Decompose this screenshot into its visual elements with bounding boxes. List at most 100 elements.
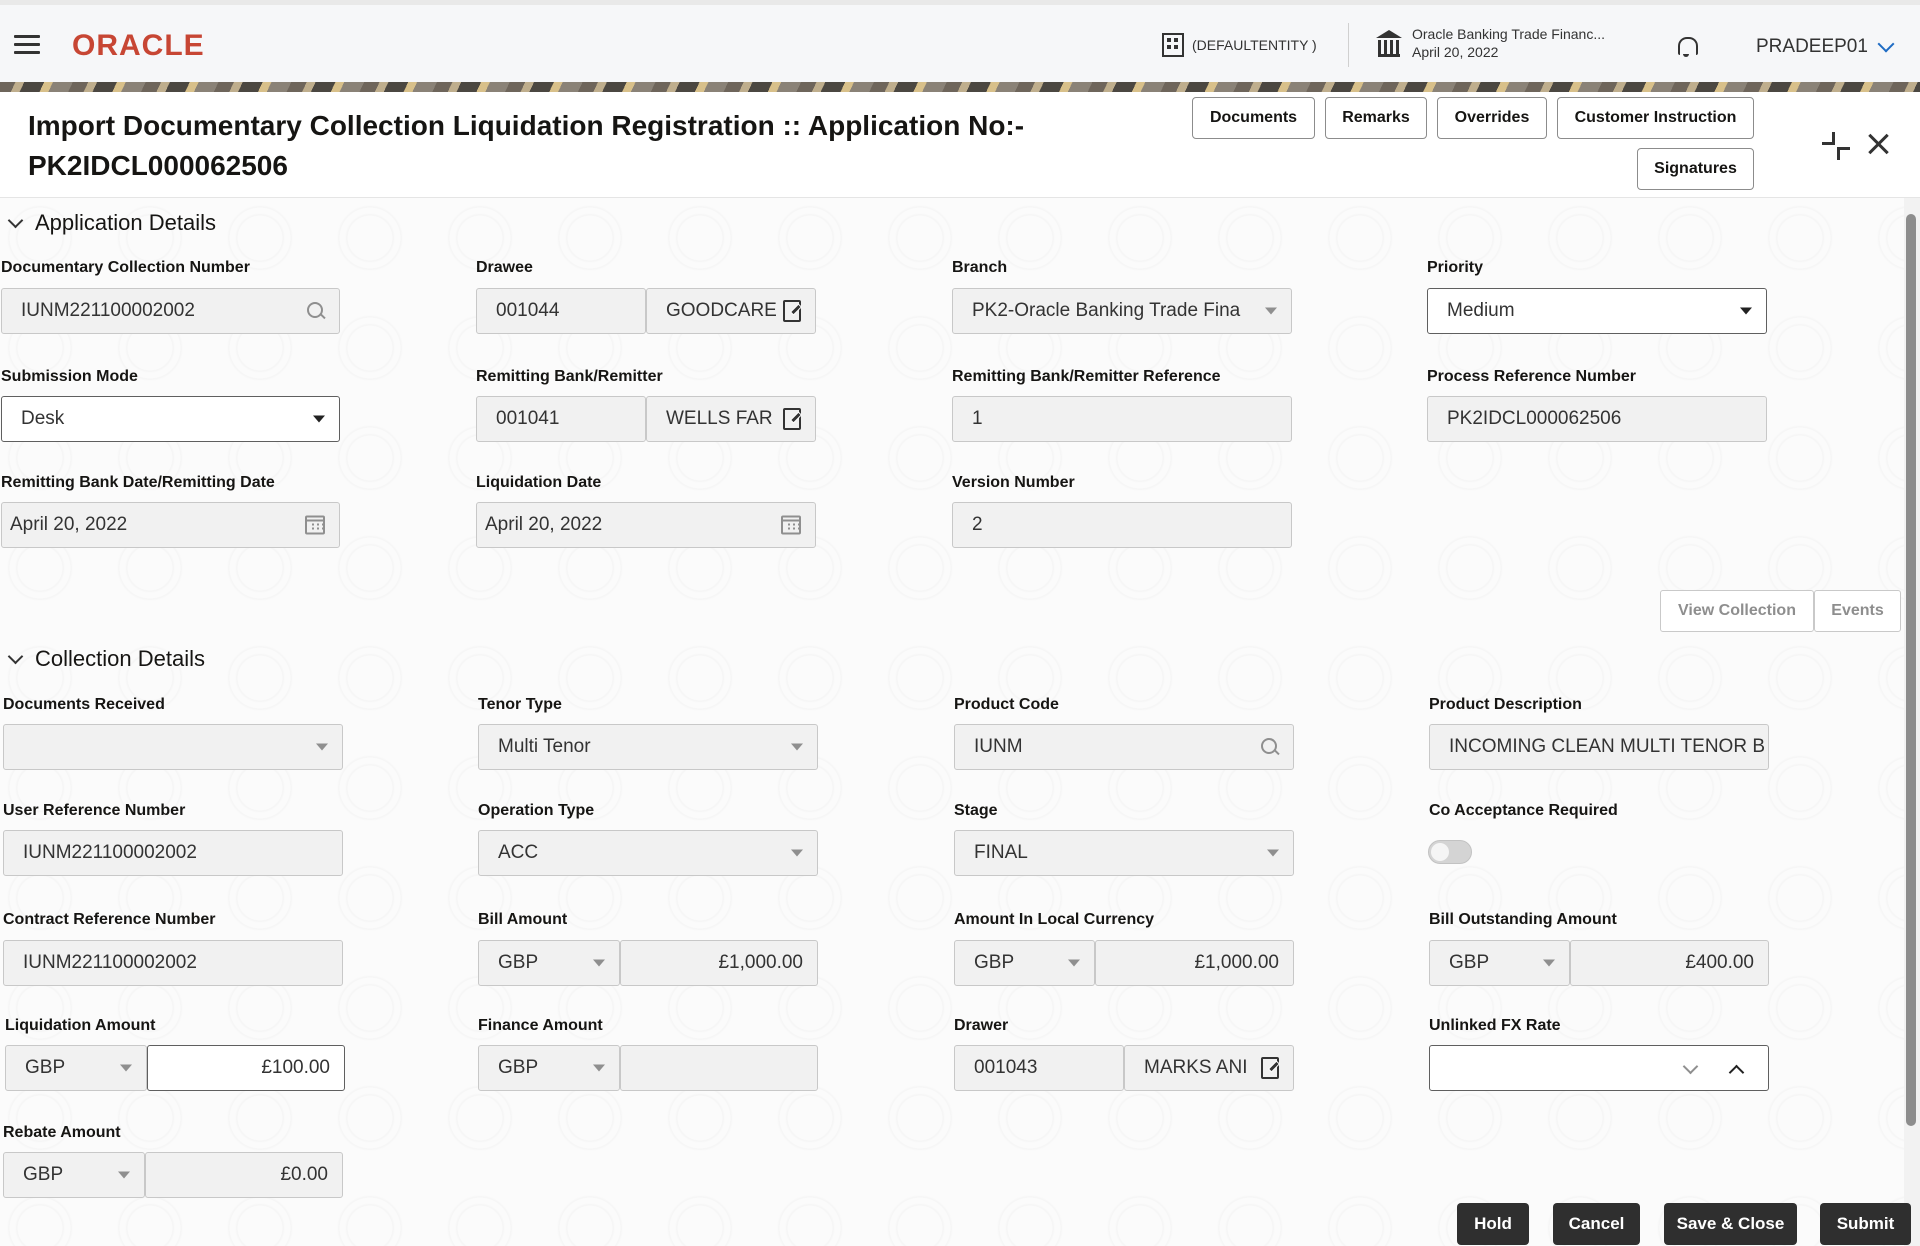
- liquidation-date-field[interactable]: April 20, 2022: [476, 502, 816, 548]
- priority-select[interactable]: Medium: [1427, 288, 1767, 334]
- unlinked-fx-field[interactable]: [1429, 1045, 1769, 1091]
- minimize-icon[interactable]: [1822, 132, 1850, 160]
- field-value: £400.00: [1685, 952, 1754, 974]
- view-collection-button[interactable]: View Collection: [1660, 590, 1814, 632]
- remitting-ref-field[interactable]: 1: [952, 396, 1292, 442]
- finance-amount-field[interactable]: [620, 1045, 818, 1091]
- finance-amount-currency-select[interactable]: GBP: [478, 1045, 620, 1091]
- save-close-button[interactable]: Save & Close: [1664, 1203, 1797, 1245]
- bill-outstanding-currency-select[interactable]: GBP: [1429, 940, 1570, 986]
- bill-outstanding-field[interactable]: £400.00: [1570, 940, 1769, 986]
- drawee-name-field[interactable]: GOODCARE: [646, 288, 816, 334]
- version-number-field[interactable]: 2: [952, 502, 1292, 548]
- field-value: WELLS FAR: [666, 408, 773, 430]
- hamburger-menu-icon[interactable]: [14, 35, 40, 55]
- tenor-type-select[interactable]: Multi Tenor: [478, 724, 818, 770]
- product-code-label: Product Code: [954, 696, 1059, 714]
- branch-select[interactable]: PK2-Oracle Banking Trade Fina: [952, 288, 1292, 334]
- co-acceptance-toggle[interactable]: [1428, 840, 1472, 864]
- caret-down-icon: [791, 850, 803, 857]
- remitting-bank-name-field[interactable]: WELLS FAR: [646, 396, 816, 442]
- oracle-logo: ORACLE: [72, 29, 205, 63]
- user-ref-label: User Reference Number: [3, 802, 185, 820]
- field-value: GBP: [498, 1057, 538, 1079]
- submit-button[interactable]: Submit: [1820, 1203, 1911, 1245]
- drawee-code-field[interactable]: 001044: [476, 288, 646, 334]
- edit-document-icon[interactable]: [1261, 1057, 1279, 1079]
- customer-instruction-button[interactable]: Customer Instruction: [1557, 97, 1754, 139]
- chevron-down-icon[interactable]: [1683, 1059, 1699, 1075]
- field-value: £100.00: [261, 1057, 330, 1079]
- bill-amount-field[interactable]: £1,000.00: [620, 940, 818, 986]
- scrollbar-thumb[interactable]: [1906, 214, 1916, 1126]
- co-acceptance-label: Co Acceptance Required: [1429, 802, 1618, 820]
- submission-mode-select[interactable]: Desk: [1, 396, 340, 442]
- close-icon[interactable]: [1866, 132, 1890, 156]
- field-value: GBP: [23, 1164, 63, 1186]
- liquidation-amount-field[interactable]: £100.00: [147, 1045, 345, 1091]
- process-ref-field[interactable]: PK2IDCL000062506: [1427, 396, 1767, 442]
- chevron-up-icon[interactable]: [1729, 1065, 1745, 1081]
- cancel-button[interactable]: Cancel: [1553, 1203, 1640, 1245]
- user-name: PRADEEP01: [1756, 36, 1868, 58]
- caret-down-icon: [316, 744, 328, 751]
- field-value: Multi Tenor: [498, 736, 591, 758]
- chevron-down-icon: [8, 212, 24, 228]
- edit-document-icon[interactable]: [783, 300, 801, 322]
- edit-document-icon[interactable]: [783, 408, 801, 430]
- user-ref-field[interactable]: IUNM221100002002: [3, 830, 343, 876]
- bill-amount-currency-select[interactable]: GBP: [478, 940, 620, 986]
- field-value: GBP: [498, 952, 538, 974]
- signatures-button[interactable]: Signatures: [1637, 148, 1754, 190]
- field-value: Medium: [1447, 300, 1515, 322]
- field-value: IUNM221100002002: [21, 300, 195, 322]
- operation-type-select[interactable]: ACC: [478, 830, 818, 876]
- entity-selector[interactable]: (DEFAULTENTITY ): [1162, 33, 1317, 57]
- search-icon[interactable]: [1261, 738, 1279, 756]
- doc-collection-number-label: Documentary Collection Number: [1, 259, 250, 277]
- drawer-name-field[interactable]: MARKS ANI: [1124, 1045, 1294, 1091]
- rebate-amount-currency-select[interactable]: GBP: [3, 1152, 145, 1198]
- search-icon[interactable]: [307, 302, 325, 320]
- application-details-header[interactable]: Application Details: [6, 210, 216, 236]
- field-value: 001041: [496, 408, 559, 430]
- submission-mode-label: Submission Mode: [1, 368, 138, 386]
- local-amount-currency-select[interactable]: GBP: [954, 940, 1095, 986]
- field-value: £1,000.00: [1194, 952, 1279, 974]
- calendar-icon[interactable]: [781, 516, 801, 535]
- calendar-icon[interactable]: [305, 516, 325, 535]
- events-button[interactable]: Events: [1814, 590, 1901, 632]
- caret-down-icon: [593, 960, 605, 967]
- notification-bell-icon[interactable]: [1676, 35, 1696, 57]
- user-menu[interactable]: PRADEEP01: [1756, 36, 1892, 58]
- doc-collection-number-field[interactable]: IUNM221100002002: [1, 288, 340, 334]
- documents-button[interactable]: Documents: [1192, 97, 1315, 139]
- page-title: Import Documentary Collection Liquidatio…: [28, 106, 1128, 186]
- branch-label: Branch: [952, 259, 1007, 277]
- caret-down-icon: [313, 416, 325, 423]
- overrides-button[interactable]: Overrides: [1437, 97, 1547, 139]
- bank-icon: [1376, 30, 1402, 56]
- liquidation-amount-currency-select[interactable]: GBP: [5, 1045, 147, 1091]
- branch-selector[interactable]: Oracle Banking Trade Financ... April 20,…: [1376, 25, 1605, 61]
- field-value: April 20, 2022: [485, 514, 602, 536]
- chevron-down-icon: [8, 648, 24, 664]
- contract-ref-field[interactable]: IUNM221100002002: [3, 940, 343, 986]
- collection-details-header[interactable]: Collection Details: [6, 646, 205, 672]
- local-amount-field[interactable]: £1,000.00: [1095, 940, 1294, 986]
- product-code-field[interactable]: IUNM: [954, 724, 1294, 770]
- drawer-code-field[interactable]: 001043: [954, 1045, 1124, 1091]
- rebate-amount-field[interactable]: £0.00: [145, 1152, 343, 1198]
- field-value: GBP: [25, 1057, 65, 1079]
- remitting-date-field[interactable]: April 20, 2022: [1, 502, 340, 548]
- field-value: PK2IDCL000062506: [1447, 408, 1621, 430]
- documents-received-label: Documents Received: [3, 696, 165, 714]
- hold-button[interactable]: Hold: [1457, 1203, 1529, 1245]
- remarks-button[interactable]: Remarks: [1325, 97, 1427, 139]
- field-value: £1,000.00: [718, 952, 803, 974]
- field-value: GBP: [974, 952, 1014, 974]
- stage-select[interactable]: FINAL: [954, 830, 1294, 876]
- documents-received-select[interactable]: [3, 724, 343, 770]
- product-description-field[interactable]: INCOMING CLEAN MULTI TENOR B: [1429, 724, 1769, 770]
- remitting-bank-code-field[interactable]: 001041: [476, 396, 646, 442]
